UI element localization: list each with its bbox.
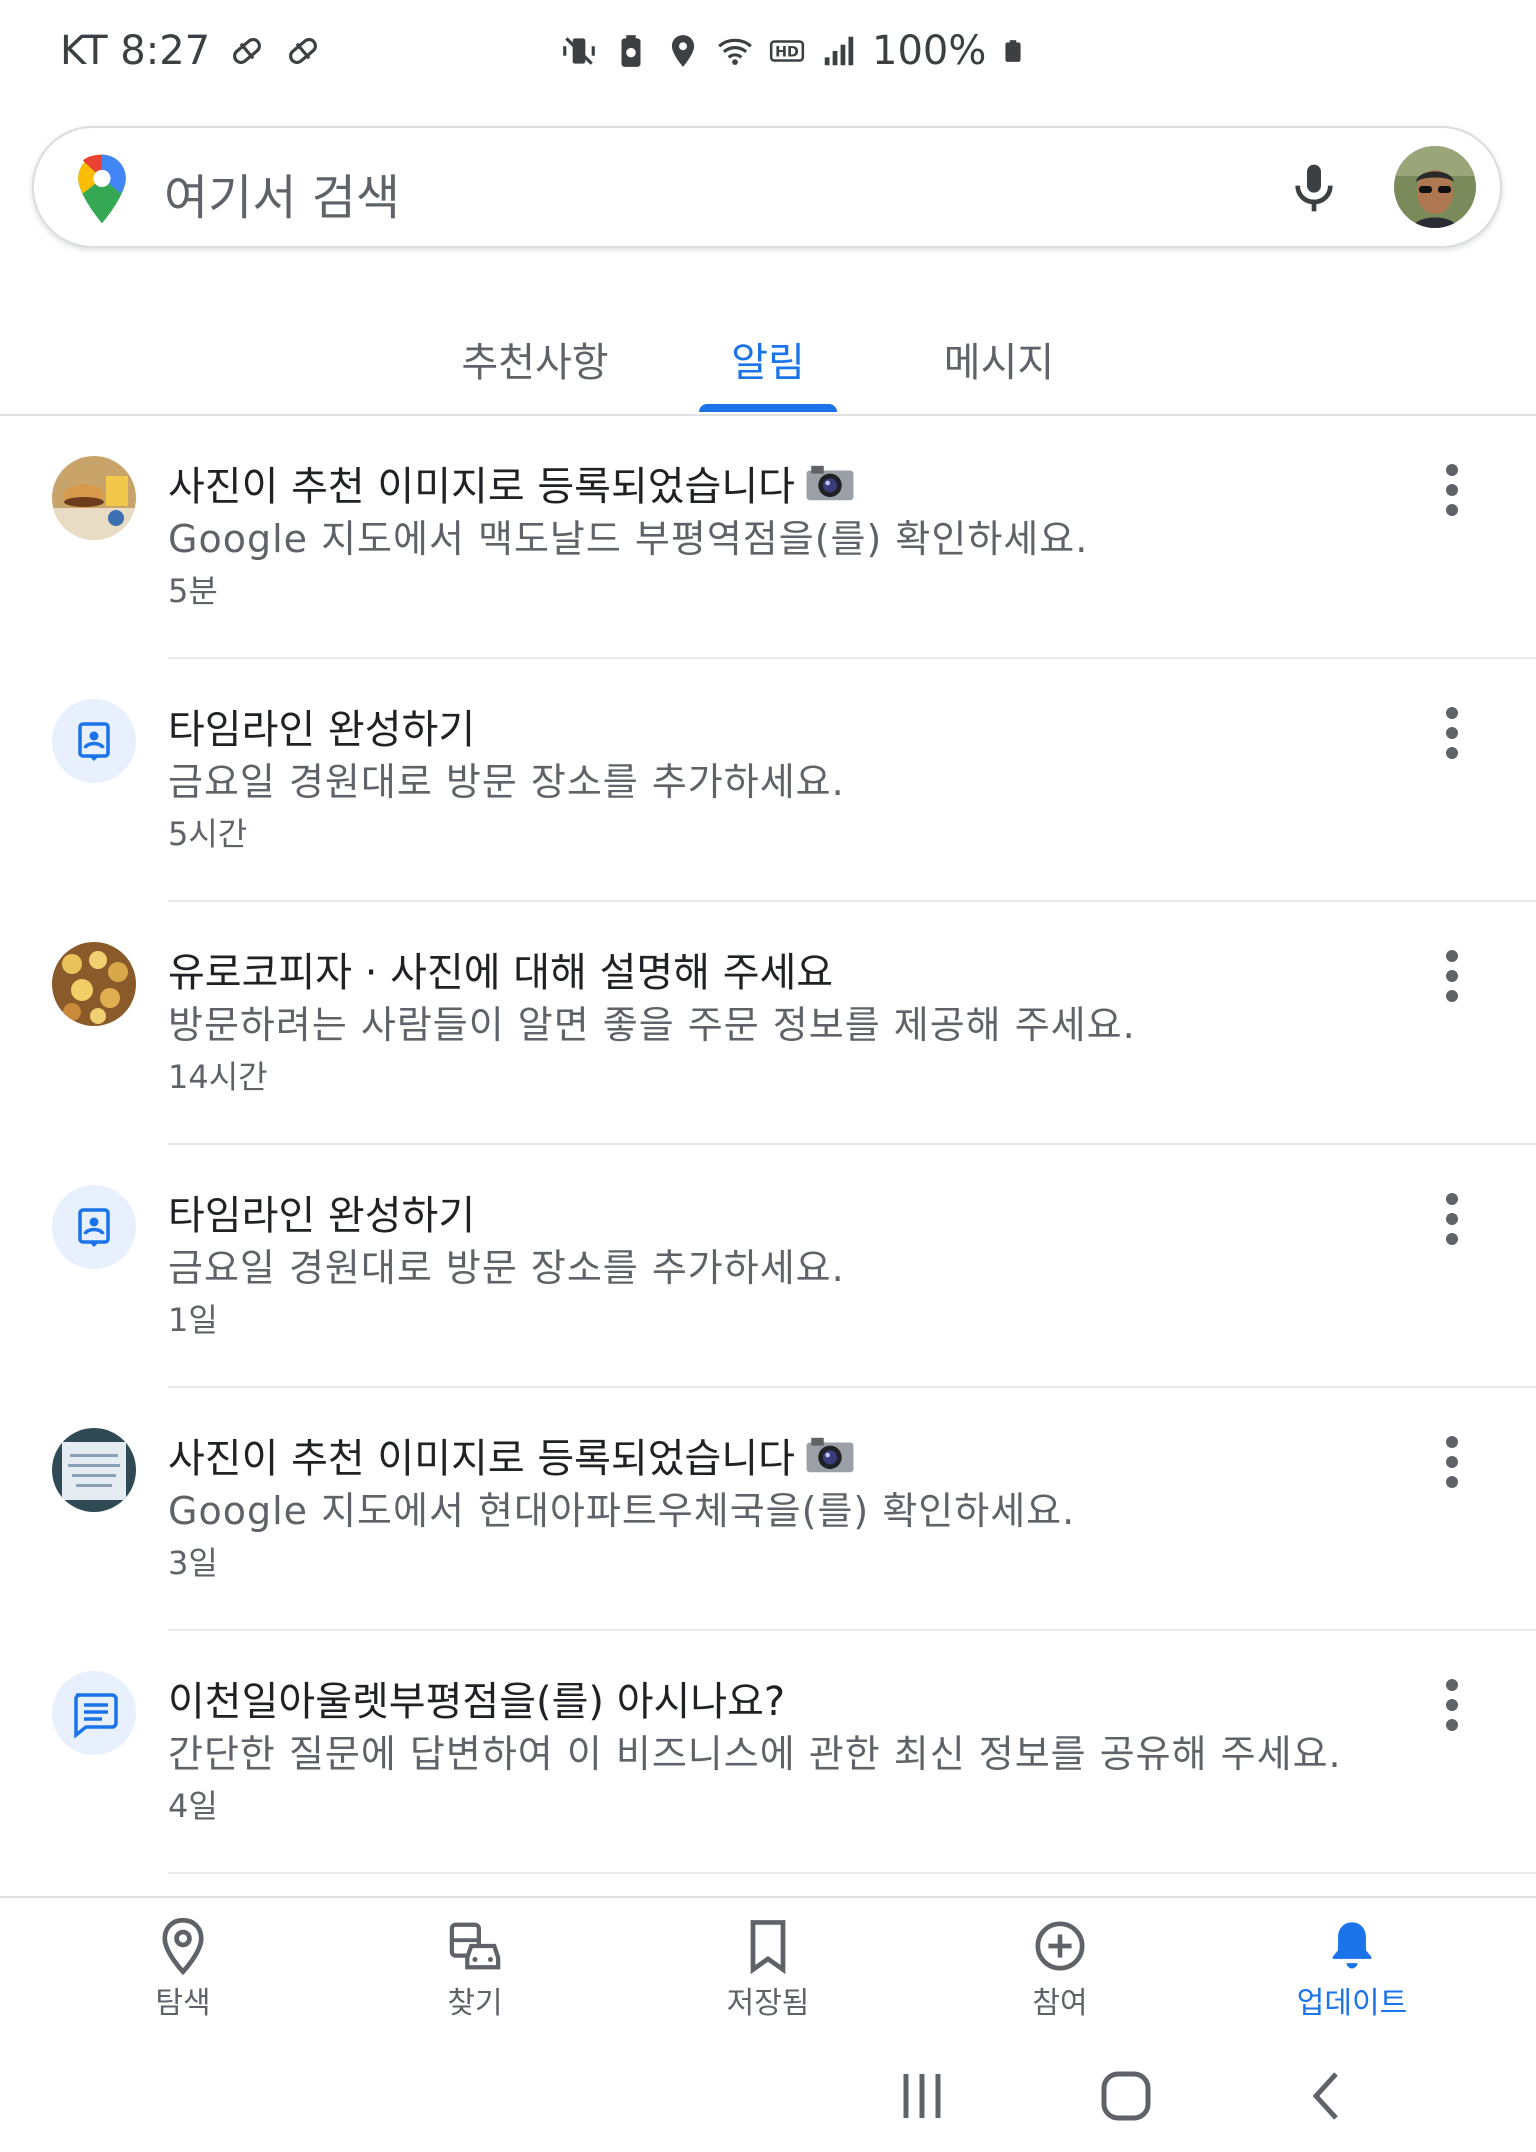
back-icon[interactable]	[1298, 2066, 1358, 2126]
timeline-icon	[78, 1208, 110, 1247]
status-right: HD 100%	[560, 28, 1026, 74]
wifi-icon	[718, 38, 752, 65]
notification-title: 사진이 추천 이미지로 등록되었습니다	[168, 1426, 855, 1484]
profile-avatar[interactable]	[1394, 146, 1476, 228]
notification-time: 5분	[168, 572, 218, 610]
tab-messages[interactable]: 메시지	[944, 330, 1054, 388]
message-icon	[74, 1693, 118, 1739]
nav-go[interactable]: 찾기	[375, 1916, 575, 2022]
notification-time: 5시간	[168, 815, 248, 853]
notification-body: 방문하려는 사람들이 알면 좋을 주문 정보를 제공해 주세요.	[168, 1003, 1136, 1047]
nav-label: 찾기	[447, 1986, 503, 2021]
more-options-icon[interactable]	[1432, 1675, 1472, 1735]
more-options-icon[interactable]	[1432, 946, 1472, 1006]
battery-icon	[1005, 40, 1021, 62]
notification-time: 14시간	[168, 1058, 268, 1096]
notification-item[interactable]: 타임라인 완성하기 금요일 경원대로 방문 장소를 추가하세요. 5시간	[0, 659, 1536, 902]
more-options-icon[interactable]	[1432, 703, 1472, 763]
more-options-icon[interactable]	[1432, 1432, 1472, 1492]
tab-notifications[interactable]: 알림	[731, 330, 805, 388]
hd-icon: HD	[769, 40, 805, 62]
recent-apps-icon[interactable]	[892, 2066, 952, 2126]
more-options-icon[interactable]	[1432, 1189, 1472, 1249]
nav-label: 업데이트	[1296, 1986, 1408, 2021]
notification-title: 이천일아울렛부평점을(를) 아시나요?	[168, 1669, 785, 1727]
system-navigation-bar	[0, 2030, 1536, 2152]
battery-saver-icon	[621, 35, 641, 67]
timeline-icon-container	[52, 1185, 136, 1269]
notification-title-text: 사진이 추천 이미지로 등록되었습니다	[168, 1436, 795, 1482]
bookmark-icon	[750, 1920, 786, 1975]
nav-updates[interactable]: 업데이트	[1252, 1916, 1452, 2022]
active-tab-indicator	[699, 404, 837, 412]
notification-title-text: 타임라인 완성하기	[168, 1193, 476, 1239]
google-maps-pin-icon	[78, 154, 126, 224]
nav-label: 저장됨	[726, 1986, 810, 2021]
status-left: KT 8:27	[60, 28, 322, 74]
commute-icon	[449, 1922, 501, 1970]
notification-item[interactable]: 유로코피자 · 사진에 대해 설명해 주세요 방문하려는 사람들이 알면 좋을 …	[0, 902, 1536, 1145]
notification-title-text: 사진이 추천 이미지로 등록되었습니다	[168, 464, 795, 510]
timeline-icon	[78, 722, 110, 761]
mute-vibrate-icon	[563, 37, 595, 65]
nav-contribute[interactable]: 참여	[960, 1916, 1160, 2022]
notification-time: 1일	[168, 1301, 218, 1339]
notification-body: 금요일 경원대로 방문 장소를 추가하세요.	[168, 760, 845, 804]
timeline-icon-container	[52, 699, 136, 783]
notification-body: 금요일 경원대로 방문 장소를 추가하세요.	[168, 1246, 845, 1290]
location-pin-icon	[162, 1917, 204, 1976]
tab-recommendations[interactable]: 추천사항	[461, 330, 608, 388]
nav-saved[interactable]: 저장됨	[668, 1916, 868, 2022]
search-bar[interactable]: 여기서 검색	[32, 126, 1502, 248]
notification-item[interactable]: 이천일아울렛부평점을(를) 아시나요? 간단한 질문에 답변하여 이 비즈니스에…	[0, 1631, 1536, 1874]
carrier-time: KT 8:27	[60, 28, 211, 74]
notification-item[interactable]: 타임라인 완성하기 금요일 경원대로 방문 장소를 추가하세요. 1일	[0, 1145, 1536, 1388]
nav-label: 참여	[1032, 1986, 1088, 2021]
nav-explore[interactable]: 탐색	[83, 1916, 283, 2022]
tab-bar: 추천사항 알림 메시지	[0, 300, 1536, 416]
location-icon	[671, 35, 695, 67]
notification-title: 타임라인 완성하기	[168, 1183, 475, 1241]
notification-body: Google 지도에서 맥도날드 부평역점을(를) 확인하세요.	[168, 517, 1089, 561]
pill-icon	[289, 37, 318, 65]
bell-icon	[1332, 1922, 1372, 1969]
notification-title-text: 타임라인 완성하기	[168, 707, 476, 753]
notification-item[interactable]: 사진이 추천 이미지로 등록되었습니다 Google 지도에서 현대아파트우체국…	[0, 1388, 1536, 1631]
notification-title-text: 이천일아울렛부평점을(를) 아시나요?	[168, 1679, 786, 1725]
add-circle-icon	[1035, 1921, 1085, 1971]
nav-label: 탐색	[155, 1986, 211, 2021]
more-options-icon[interactable]	[1432, 460, 1472, 520]
photo-thumbnail-notice	[52, 1428, 136, 1512]
bottom-navigation: 탐색 찾기 저장됨 참여 업데이트	[0, 1896, 1536, 2028]
photo-thumbnail-burger	[52, 456, 136, 540]
svg-text:HD: HD	[775, 45, 799, 61]
microphone-icon[interactable]	[1286, 160, 1342, 216]
signal-icon	[824, 36, 854, 66]
notification-time: 4일	[168, 1787, 218, 1825]
notification-title: 사진이 추천 이미지로 등록되었습니다	[168, 454, 855, 512]
notification-body: 간단한 질문에 답변하여 이 비즈니스에 관한 최신 정보를 공유해 주세요.	[168, 1732, 1342, 1776]
notification-time: 3일	[168, 1544, 218, 1582]
photo-thumbnail-pastry	[52, 942, 136, 1026]
search-input[interactable]: 여기서 검색	[164, 158, 400, 228]
camera-icon	[806, 465, 854, 501]
status-bar: KT 8:27 HD 100%	[0, 0, 1536, 110]
message-icon-container	[52, 1671, 136, 1755]
notification-title: 타임라인 완성하기	[168, 697, 475, 755]
pill-icon	[233, 37, 262, 65]
battery-percent: 100%	[872, 28, 987, 74]
notification-item[interactable]: 사진이 추천 이미지로 등록되었습니다 Google 지도에서 맥도날드 부평역…	[0, 416, 1536, 659]
notification-body: Google 지도에서 현대아파트우체국을(를) 확인하세요.	[168, 1489, 1076, 1533]
divider	[168, 1872, 1536, 1874]
profile-photo	[1394, 146, 1476, 228]
notification-title-text: 유로코피자 · 사진에 대해 설명해 주세요	[168, 950, 834, 996]
notification-title: 유로코피자 · 사진에 대해 설명해 주세요	[168, 940, 833, 998]
camera-icon	[806, 1437, 854, 1473]
home-icon[interactable]	[1096, 2066, 1156, 2126]
